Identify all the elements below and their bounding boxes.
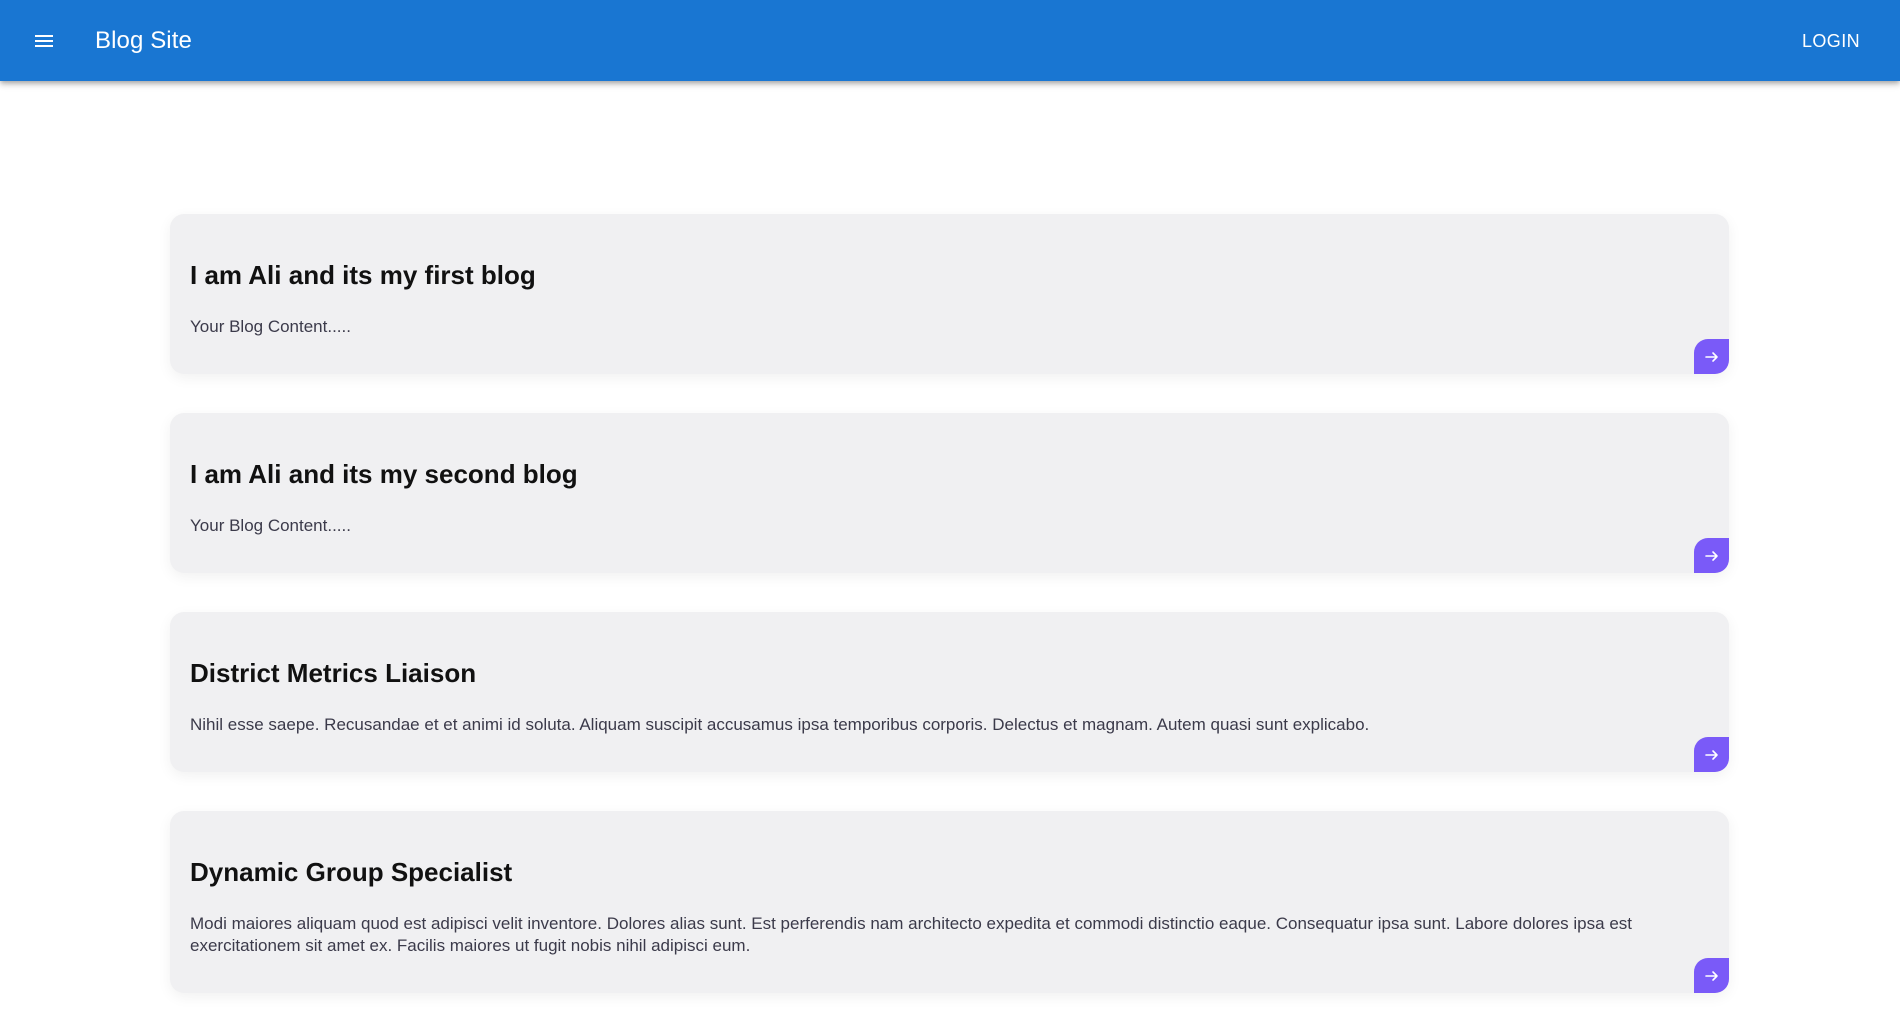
- arrow-right-icon: [1704, 550, 1718, 561]
- open-post-button[interactable]: [1694, 737, 1729, 772]
- arrow-right-icon: [1704, 970, 1718, 981]
- arrow-right-icon: [1704, 351, 1718, 362]
- post-content: Nihil esse saepe. Recusandae et et animi…: [190, 715, 1370, 734]
- post-title: I am Ali and its my second blog: [190, 459, 578, 489]
- post-title: I am Ali and its my first blog: [190, 260, 536, 290]
- post-title: Dynamic Group Specialist: [190, 857, 513, 887]
- open-post-button[interactable]: [1694, 339, 1729, 374]
- post-content: Your Blog Content.....: [190, 317, 351, 336]
- post-card: I am Ali and its my first blog Your Blog…: [170, 214, 1729, 374]
- app-title: Blog Site: [95, 27, 192, 54]
- app-bar: Blog Site LOGIN: [0, 0, 1900, 81]
- open-post-button[interactable]: [1694, 958, 1729, 993]
- menu-button[interactable]: [20, 17, 68, 65]
- post-content: Your Blog Content.....: [190, 516, 351, 535]
- post-list: I am Ali and its my first blog Your Blog…: [170, 214, 1729, 1032]
- arrow-right-icon: [1704, 749, 1718, 760]
- post-title: District Metrics Liaison: [190, 658, 477, 688]
- post-card: Dynamic Group Specialist Modi maiores al…: [170, 811, 1729, 993]
- post-content: Modi maiores aliquam quod est adipisci v…: [190, 914, 1632, 955]
- login-button[interactable]: LOGIN: [1788, 20, 1874, 62]
- hamburger-menu-icon: [35, 35, 53, 47]
- post-card: I am Ali and its my second blog Your Blo…: [170, 413, 1729, 573]
- post-card: District Metrics Liaison Nihil esse saep…: [170, 612, 1729, 772]
- open-post-button[interactable]: [1694, 538, 1729, 573]
